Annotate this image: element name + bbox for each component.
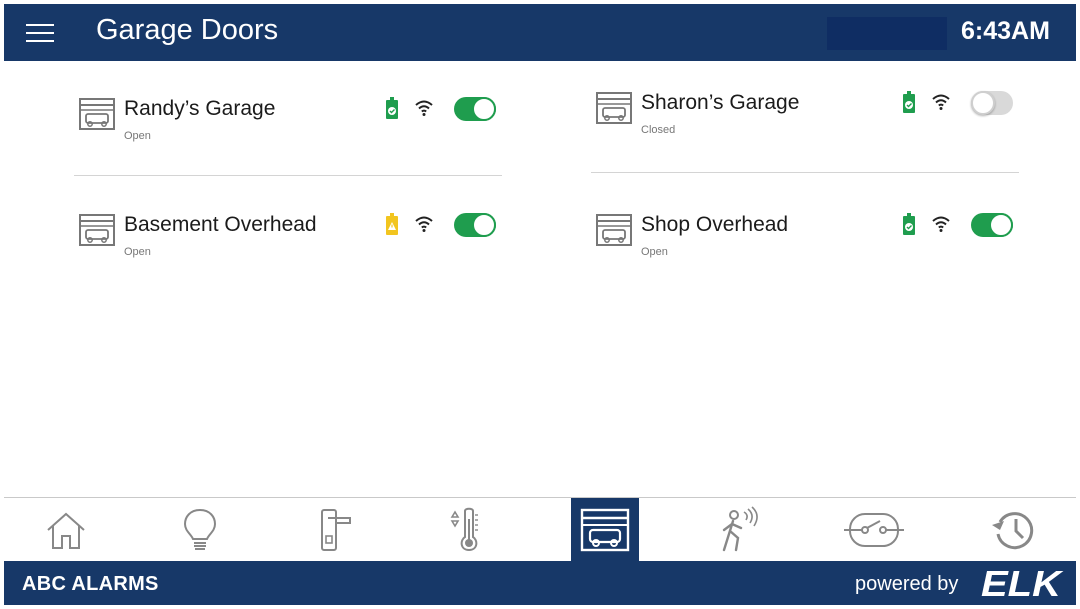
lightbulb-icon <box>183 508 217 550</box>
door-name: Randy’s Garage <box>124 97 276 120</box>
nav-history[interactable] <box>980 498 1048 562</box>
wifi-icon <box>932 94 950 110</box>
nav-lighting[interactable] <box>166 498 234 562</box>
door-toggle[interactable] <box>454 213 496 237</box>
app-header: Garage Doors 6:43AM <box>4 4 1076 61</box>
history-icon <box>992 512 1034 550</box>
company-name: ABC ALARMS <box>22 573 159 595</box>
battery-ok-icon <box>903 91 915 113</box>
nav-locks[interactable] <box>300 498 368 562</box>
door-name: Basement Overhead <box>124 213 317 236</box>
masked-region <box>827 17 947 50</box>
battery-ok-icon <box>903 213 915 235</box>
door-lock-icon <box>321 509 351 551</box>
door-status: Open <box>641 246 668 258</box>
wifi-icon <box>415 216 433 232</box>
door-card-basement-overhead[interactable]: Basement Overhead Open <box>74 213 504 273</box>
nav-home[interactable] <box>32 498 100 562</box>
wifi-icon <box>932 216 950 232</box>
elk-logo: ELK <box>981 565 1064 601</box>
door-status: Open <box>124 246 151 258</box>
garage-icon <box>596 92 632 124</box>
thermostat-icon <box>450 507 478 552</box>
nav-garage-doors[interactable] <box>571 498 639 562</box>
garage-icon <box>580 508 630 552</box>
door-toggle[interactable] <box>971 213 1013 237</box>
battery-warning-icon <box>386 213 398 235</box>
divider <box>74 175 502 176</box>
motion-sensor-icon <box>722 506 758 552</box>
nav-climate[interactable] <box>433 498 501 562</box>
bottom-nav <box>4 497 1076 562</box>
wifi-icon <box>415 100 433 116</box>
page-title: Garage Doors <box>96 14 279 46</box>
garage-icon <box>79 214 115 246</box>
door-card-randys-garage[interactable]: Randy’s Garage Open <box>74 97 504 157</box>
clock: 6:43AM <box>961 17 1050 45</box>
footer-bar: ABC ALARMS powered by ELK <box>4 561 1076 605</box>
door-status: Open <box>124 130 151 142</box>
door-status: Closed <box>641 124 676 136</box>
svg-text:ELK: ELK <box>981 565 1064 601</box>
menu-icon[interactable] <box>26 24 54 44</box>
door-card-shop-overhead[interactable]: Shop Overhead Open <box>591 213 1021 273</box>
nav-sensors[interactable] <box>704 498 772 562</box>
battery-ok-icon <box>386 97 398 119</box>
switch-icon <box>844 513 904 547</box>
door-name: Shop Overhead <box>641 213 789 236</box>
home-icon <box>47 512 85 549</box>
door-toggle[interactable] <box>454 97 496 121</box>
powered-by-label: powered by <box>855 573 959 595</box>
garage-icon <box>79 98 115 130</box>
divider <box>591 172 1019 173</box>
garage-icon <box>596 214 632 246</box>
door-toggle[interactable] <box>971 91 1013 115</box>
nav-outputs[interactable] <box>840 498 908 562</box>
door-card-sharons-garage[interactable]: Sharon’s Garage Closed <box>591 91 1021 151</box>
door-name: Sharon’s Garage <box>641 91 800 114</box>
